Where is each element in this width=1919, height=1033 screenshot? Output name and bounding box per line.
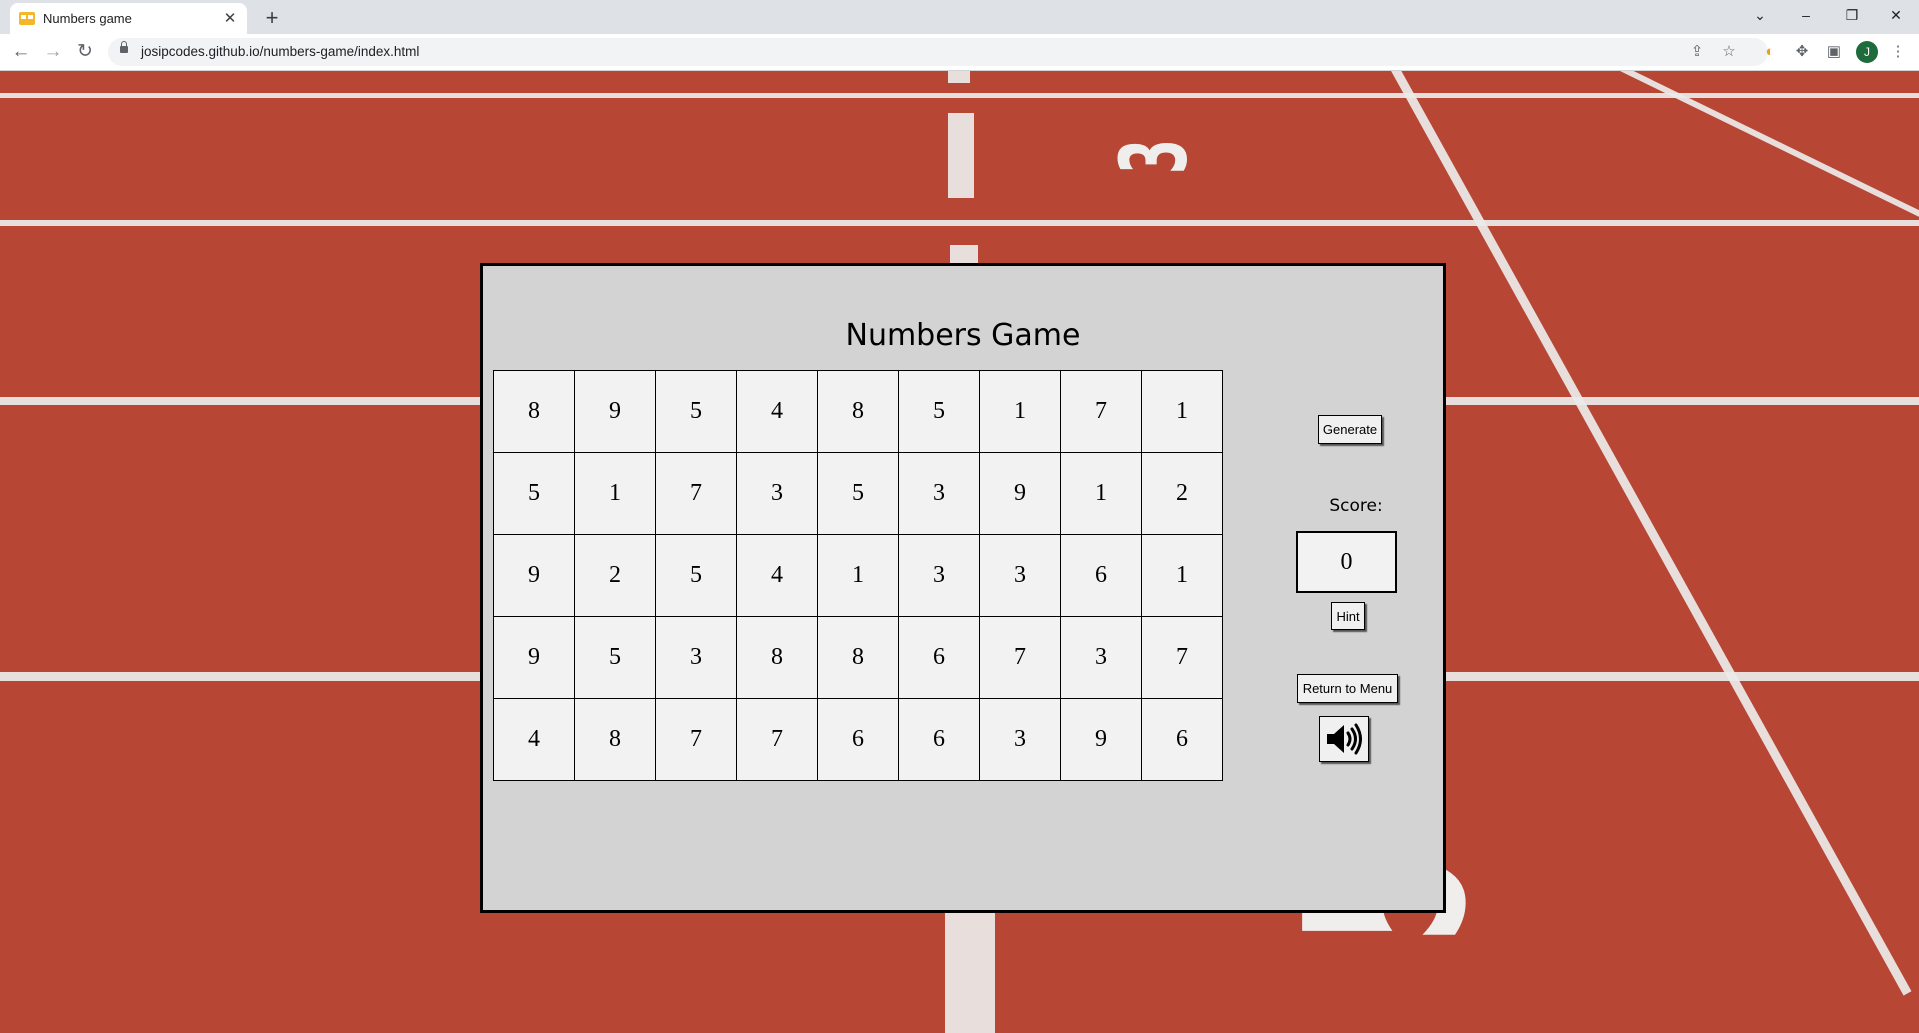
grid-cell[interactable]: 4 xyxy=(494,699,574,780)
grid-cell[interactable]: 8 xyxy=(575,699,655,780)
grid-cell[interactable]: 3 xyxy=(980,535,1060,616)
track-line xyxy=(948,113,974,198)
grid-cell[interactable]: 3 xyxy=(656,617,736,698)
grid-cell[interactable]: 7 xyxy=(980,617,1060,698)
grid-cell[interactable]: 1 xyxy=(1142,535,1222,616)
grid-cell[interactable]: 7 xyxy=(1142,617,1222,698)
game-title: Numbers Game xyxy=(845,318,1081,353)
extension-icon[interactable]: ◐ xyxy=(1758,40,1782,64)
grid-cell[interactable]: 4 xyxy=(737,535,817,616)
browser-tab[interactable]: Numbers game ✕ xyxy=(10,3,247,34)
sound-toggle-button[interactable] xyxy=(1319,716,1369,762)
grid-cell[interactable]: 9 xyxy=(575,371,655,452)
grid-cell[interactable]: 3 xyxy=(737,453,817,534)
grid-cell[interactable]: 8 xyxy=(494,371,574,452)
restore-icon[interactable]: ❐ xyxy=(1829,0,1875,30)
grid-cell[interactable]: 4 xyxy=(737,371,817,452)
grid-cell[interactable]: 9 xyxy=(494,617,574,698)
grid-cell[interactable]: 6 xyxy=(1142,699,1222,780)
puzzle-icon[interactable]: ✥ xyxy=(1790,40,1814,64)
grid-cell[interactable]: 5 xyxy=(656,371,736,452)
grid-cell[interactable]: 6 xyxy=(899,617,979,698)
lock-icon[interactable] xyxy=(120,41,128,53)
grid-cell[interactable]: 7 xyxy=(1061,371,1141,452)
track-line xyxy=(0,220,1919,226)
game-panel: Numbers Game 8 9 5 4 8 5 1 7 1 5 1 7 3 5… xyxy=(480,263,1446,913)
browser-window: Numbers game ✕ + ⌄ – ❐ ✕ ← → ↻ josipcode… xyxy=(0,0,1919,1033)
grid-cell[interactable]: 1 xyxy=(575,453,655,534)
grid-cell[interactable]: 1 xyxy=(1142,371,1222,452)
grid-cell[interactable]: 1 xyxy=(1061,453,1141,534)
return-to-menu-button[interactable]: Return to Menu xyxy=(1297,674,1398,703)
score-value: 0 xyxy=(1296,531,1397,593)
share-icon[interactable]: ⇪ xyxy=(1685,40,1709,64)
close-window-icon[interactable]: ✕ xyxy=(1873,0,1919,30)
avatar[interactable]: J xyxy=(1856,41,1878,63)
lane-number: 3 xyxy=(1100,138,1208,175)
star-icon[interactable]: ☆ xyxy=(1717,40,1741,64)
grid-cell[interactable]: 3 xyxy=(980,699,1060,780)
number-grid: 8 9 5 4 8 5 1 7 1 5 1 7 3 5 3 9 1 2 9 2 xyxy=(493,370,1223,781)
grid-cell[interactable]: 3 xyxy=(1061,617,1141,698)
grid-cell[interactable]: 8 xyxy=(818,371,898,452)
calendar-favicon-icon xyxy=(19,12,35,25)
grid-cell[interactable]: 9 xyxy=(980,453,1060,534)
page-viewport: 3 5 Numbers Game 8 9 5 4 8 5 1 7 1 5 1 7… xyxy=(0,71,1919,1033)
grid-cell[interactable]: 7 xyxy=(656,699,736,780)
grid-cell[interactable]: 9 xyxy=(494,535,574,616)
menu-icon[interactable]: ⋮ xyxy=(1886,40,1910,64)
hint-button[interactable]: Hint xyxy=(1331,602,1365,630)
side-panel-icon[interactable]: ▣ xyxy=(1822,40,1846,64)
browser-toolbar: ← → ↻ josipcodes.github.io/numbers-game/… xyxy=(0,34,1919,71)
track-line xyxy=(0,93,1919,98)
grid-cell[interactable]: 5 xyxy=(656,535,736,616)
grid-cell[interactable]: 5 xyxy=(818,453,898,534)
grid-cell[interactable]: 1 xyxy=(980,371,1060,452)
grid-cell[interactable]: 5 xyxy=(899,371,979,452)
tab-search-icon[interactable]: ⌄ xyxy=(1737,0,1783,30)
generate-button[interactable]: Generate xyxy=(1318,415,1382,444)
track-line xyxy=(950,245,978,265)
tab-title: Numbers game xyxy=(43,11,132,26)
grid-cell[interactable]: 6 xyxy=(899,699,979,780)
track-line xyxy=(948,71,970,83)
grid-cell[interactable]: 6 xyxy=(1061,535,1141,616)
reload-icon[interactable]: ↻ xyxy=(71,38,99,66)
back-icon[interactable]: ← xyxy=(7,38,35,66)
grid-cell[interactable]: 8 xyxy=(737,617,817,698)
grid-cell[interactable]: 6 xyxy=(818,699,898,780)
grid-cell[interactable]: 9 xyxy=(1061,699,1141,780)
grid-cell[interactable]: 2 xyxy=(1142,453,1222,534)
grid-cell[interactable]: 2 xyxy=(575,535,655,616)
close-tab-icon[interactable]: ✕ xyxy=(221,10,239,28)
grid-cell[interactable]: 7 xyxy=(656,453,736,534)
grid-cell[interactable]: 1 xyxy=(818,535,898,616)
grid-cell[interactable]: 3 xyxy=(899,535,979,616)
grid-cell[interactable]: 5 xyxy=(575,617,655,698)
address-bar[interactable]: josipcodes.github.io/numbers-game/index.… xyxy=(108,38,1768,66)
grid-cell[interactable]: 3 xyxy=(899,453,979,534)
url-text[interactable]: josipcodes.github.io/numbers-game/index.… xyxy=(141,44,419,59)
forward-icon[interactable]: → xyxy=(39,38,67,66)
grid-cell[interactable]: 5 xyxy=(494,453,574,534)
score-label: Score: xyxy=(1329,496,1383,516)
minimize-icon[interactable]: – xyxy=(1783,0,1829,30)
grid-cell[interactable]: 8 xyxy=(818,617,898,698)
speaker-icon xyxy=(1327,723,1362,755)
tab-strip: Numbers game ✕ + ⌄ – ❐ ✕ xyxy=(0,0,1919,34)
grid-cell[interactable]: 7 xyxy=(737,699,817,780)
track-line xyxy=(945,913,995,1033)
new-tab-icon[interactable]: + xyxy=(258,5,286,33)
